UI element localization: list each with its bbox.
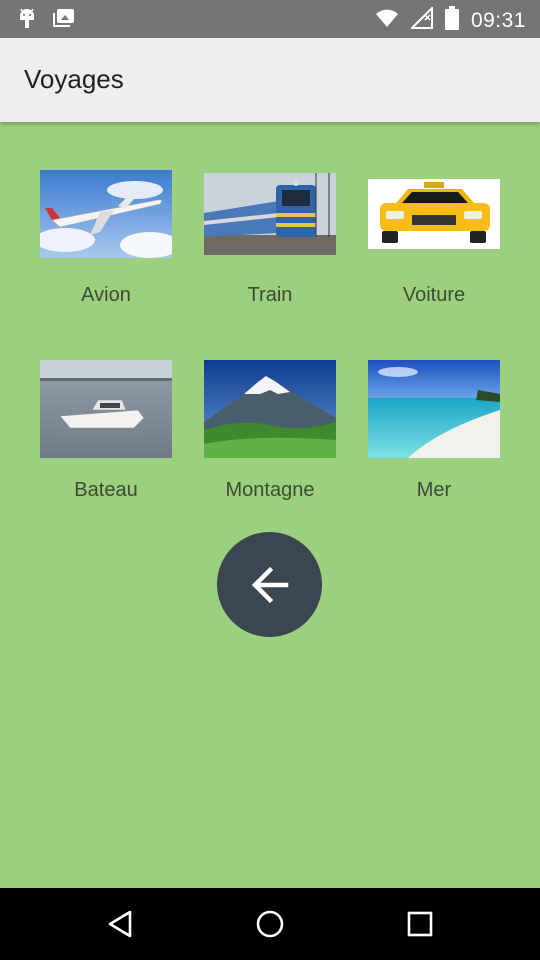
back-triangle-icon — [108, 910, 132, 938]
category-item-train[interactable]: Train — [188, 152, 352, 347]
navigation-bar — [0, 888, 540, 960]
app-bar: Voyages — [0, 38, 540, 122]
arrow-back-icon — [251, 566, 288, 603]
category-item-montagne[interactable]: Montagne — [188, 347, 352, 542]
category-label: Train — [247, 284, 293, 306]
category-item-bateau[interactable]: Bateau — [24, 347, 188, 542]
category-label: Avion — [81, 284, 131, 306]
recents-square-icon — [407, 911, 433, 937]
photo-stack-icon — [52, 7, 76, 34]
battery-icon — [444, 6, 459, 35]
nav-home-button[interactable] — [250, 906, 290, 942]
content-area: Avion Train Voiture Bateau Montagne Mer — [0, 122, 540, 888]
status-bar: 09:31 — [0, 0, 540, 38]
category-label: Mer — [416, 479, 452, 501]
back-button[interactable] — [217, 532, 322, 637]
signal-icon — [409, 5, 433, 34]
status-time: 09:31 — [470, 8, 526, 32]
nav-recents-button[interactable] — [400, 906, 440, 942]
category-item-voiture[interactable]: Voiture — [352, 152, 516, 347]
category-item-mer[interactable]: Mer — [352, 347, 516, 542]
train-image — [204, 173, 336, 255]
wifi-icon — [375, 7, 399, 34]
airplane-image — [40, 170, 172, 258]
home-circle-icon — [256, 910, 284, 938]
category-label: Montagne — [225, 479, 315, 501]
category-label: Voiture — [402, 284, 466, 306]
boat-image — [40, 360, 172, 458]
beach-sea-image — [368, 360, 500, 458]
android-debug-icon — [16, 7, 38, 34]
nav-back-button[interactable] — [100, 906, 140, 942]
taxi-car-image — [368, 179, 500, 249]
category-item-avion[interactable]: Avion — [24, 152, 188, 347]
category-grid: Avion Train Voiture Bateau Montagne Mer — [24, 152, 516, 542]
mountain-image — [204, 360, 336, 458]
category-label: Bateau — [74, 479, 138, 501]
page-title: Voyages — [24, 64, 124, 94]
